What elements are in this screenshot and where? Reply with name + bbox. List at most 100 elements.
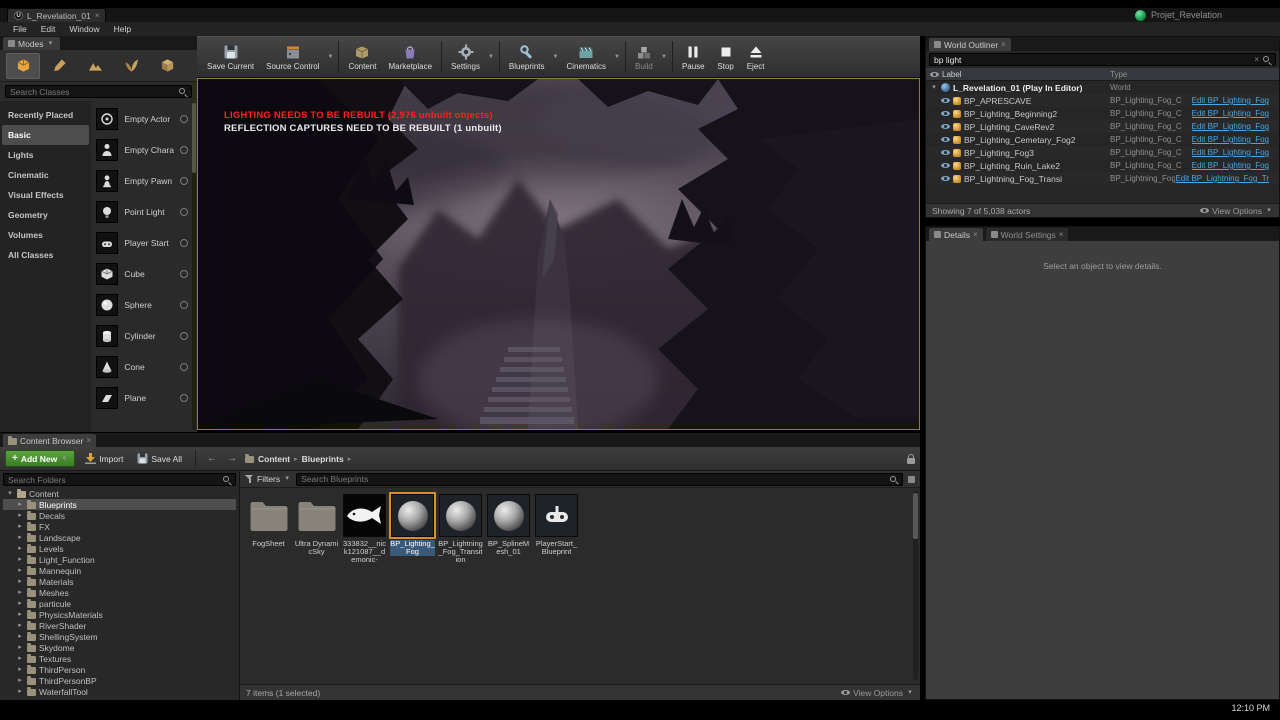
expand-caret-icon[interactable]: ▸ xyxy=(16,600,24,608)
marketplace-button[interactable]: Marketplace xyxy=(382,37,438,77)
drag-grip-icon[interactable] xyxy=(180,331,188,340)
expand-caret-icon[interactable]: ▸ xyxy=(16,578,24,586)
expand-caret-icon[interactable]: ▸ xyxy=(16,523,24,531)
outliner-row[interactable]: BP_Lighting_Cemetary_Fog2 BP_Lighting_Fo… xyxy=(926,133,1279,146)
cinematics-button[interactable]: Cinematics xyxy=(560,37,612,77)
outliner-root-row[interactable]: ▾ L_Revelation_01 (Play In Editor) World xyxy=(926,81,1279,94)
drag-grip-icon[interactable] xyxy=(180,176,188,185)
visibility-eye-icon[interactable] xyxy=(941,109,950,118)
add-new-button[interactable]: + Add New ▾ xyxy=(5,450,76,467)
category-basic[interactable]: Basic xyxy=(2,125,90,145)
foliage-mode-button[interactable] xyxy=(114,53,148,79)
tab-modes[interactable]: Modes ▾ xyxy=(3,37,60,50)
category-visual-effects[interactable]: Visual Effects xyxy=(2,185,89,205)
expand-caret-icon[interactable]: ▸ xyxy=(16,534,24,542)
expand-caret-icon[interactable]: ▸ xyxy=(16,512,24,520)
reflection-rebuild-warning[interactable]: REFLECTION CAPTURES NEED TO BE REBUILT (… xyxy=(224,122,502,135)
drag-grip-icon[interactable] xyxy=(180,145,188,154)
drag-grip-icon[interactable] xyxy=(180,362,188,371)
tree-item-mannequin[interactable]: ▸ Mannequin xyxy=(3,565,236,576)
placeable-cylinder[interactable]: Cylinder xyxy=(91,320,197,351)
outliner-row[interactable]: BP_Lightning_Fog_Transi BP_Lightning_Fog… xyxy=(926,172,1279,185)
edit-blueprint-link[interactable]: Edit BP_Lighting_Fog xyxy=(1192,122,1269,131)
expand-caret-icon[interactable]: ▸ xyxy=(16,666,24,674)
save-current-button[interactable]: Save Current xyxy=(201,37,260,77)
tree-item-light-function[interactable]: ▸ Light_Function xyxy=(3,554,236,565)
save-all-button[interactable]: Save All xyxy=(133,450,186,468)
expand-caret-icon[interactable]: ▸ xyxy=(16,633,24,641)
chevron-down-icon[interactable]: ▼ xyxy=(612,54,622,60)
build-button[interactable]: Build xyxy=(629,37,659,77)
tree-item-landscape[interactable]: ▸ Landscape xyxy=(3,532,236,543)
pause-button[interactable]: Pause xyxy=(676,37,711,77)
expand-caret-icon[interactable]: ▸ xyxy=(16,589,24,597)
visibility-eye-icon[interactable] xyxy=(941,96,950,105)
close-icon[interactable]: × xyxy=(973,230,978,239)
visibility-eye-icon[interactable] xyxy=(941,135,950,144)
placeable-plane[interactable]: Plane xyxy=(91,382,197,413)
placeable-cube[interactable]: Cube xyxy=(91,258,197,289)
placeable-player-start[interactable]: Player Start xyxy=(91,227,197,258)
tree-item-fx[interactable]: ▸ FX xyxy=(3,521,236,532)
placeable-empty-character[interactable]: Empty Chara xyxy=(91,134,197,165)
clear-search-icon[interactable]: × xyxy=(1254,55,1259,64)
filters-button[interactable]: Filters ▾ xyxy=(245,474,291,484)
expand-caret-icon[interactable]: ▸ xyxy=(16,622,24,630)
expand-caret-icon[interactable]: ▸ xyxy=(16,677,24,685)
tree-item-textures[interactable]: ▸ Textures xyxy=(3,653,236,664)
asset-bp-lighting-fog[interactable]: BP_Lighting_Fog xyxy=(389,492,436,556)
tree-item-physicsmaterials[interactable]: ▸ PhysicsMaterials xyxy=(3,609,236,620)
outliner-row[interactable]: BP_Lighting_Beginning2 BP_Lighting_Fog_C… xyxy=(926,107,1279,120)
outliner-row[interactable]: BP_Lighting_Ruin_Lake2 BP_Lighting_Fog_C… xyxy=(926,159,1279,172)
visibility-eye-icon[interactable] xyxy=(941,161,950,170)
tree-item-meshes[interactable]: ▸ Meshes xyxy=(3,587,236,598)
level-tab[interactable]: U L_Revelation_01 × xyxy=(7,8,107,22)
stop-button[interactable]: Stop xyxy=(711,37,741,77)
place-mode-button[interactable] xyxy=(6,52,40,79)
asset-scrollbar[interactable] xyxy=(913,491,918,680)
expand-caret-icon[interactable]: ▸ xyxy=(16,688,24,696)
category-cinematic[interactable]: Cinematic xyxy=(2,165,89,185)
tree-item-thirdpersonbp[interactable]: ▸ ThirdPersonBP xyxy=(3,675,236,686)
visibility-eye-icon[interactable] xyxy=(941,174,950,183)
cb-view-options-button[interactable]: View Options ▾ xyxy=(841,688,914,698)
expand-caret-icon[interactable]: ▸ xyxy=(16,611,24,619)
edit-blueprint-link[interactable]: Edit BP_Lighting_Fog xyxy=(1192,148,1269,157)
outliner-row[interactable]: BP_APRESCAVE BP_Lighting_Fog_C Edit BP_L… xyxy=(926,94,1279,107)
asset-folder-fogsheet[interactable]: FogSheet xyxy=(246,494,291,548)
tree-item-waterfalltool[interactable]: ▸ WaterfallTool xyxy=(3,686,236,697)
level-viewport[interactable]: LIGHTING NEEDS TO BE REBUILT (2,976 unbu… xyxy=(197,78,920,430)
tree-item-skydome[interactable]: ▸ Skydome xyxy=(3,642,236,653)
settings-button[interactable]: Settings xyxy=(445,37,486,77)
menu-window[interactable]: Window xyxy=(62,24,106,34)
content-button[interactable]: Content xyxy=(342,37,382,77)
placeable-empty-pawn[interactable]: Empty Pawn xyxy=(91,165,197,196)
placeable-cone[interactable]: Cone xyxy=(91,351,197,382)
search-folders-input[interactable] xyxy=(8,474,219,485)
tab-details[interactable]: Details × xyxy=(929,228,983,241)
visibility-eye-icon[interactable] xyxy=(941,122,950,131)
outliner-row[interactable]: BP_Lighting_CaveRev2 BP_Lighting_Fog_C E… xyxy=(926,120,1279,133)
asset-folder-ultradynamicsky[interactable]: Ultra DynamicSky xyxy=(294,494,339,556)
drag-grip-icon[interactable] xyxy=(180,114,188,123)
label-column-header[interactable]: Label xyxy=(942,70,962,79)
expand-caret-icon[interactable]: ▾ xyxy=(6,490,14,498)
drag-grip-icon[interactable] xyxy=(180,393,188,402)
tree-item-shellingsystem[interactable]: ▸ ShellingSystem xyxy=(3,631,236,642)
blueprints-button[interactable]: Blueprints xyxy=(503,37,551,77)
menu-file[interactable]: File xyxy=(6,24,34,34)
scrollbar-thumb[interactable] xyxy=(913,493,918,539)
expand-caret-icon[interactable]: ▸ xyxy=(16,501,24,509)
visibility-column-eye-icon[interactable] xyxy=(930,70,939,79)
tree-item-decals[interactable]: ▸ Decals xyxy=(3,510,236,521)
menu-help[interactable]: Help xyxy=(107,24,138,34)
asset-bp-splinemesh[interactable]: BP_SplineMesh_01 xyxy=(486,494,531,556)
category-geometry[interactable]: Geometry xyxy=(2,205,89,225)
drag-grip-icon[interactable] xyxy=(180,269,188,278)
save-search-icon[interactable] xyxy=(908,475,915,483)
close-icon[interactable]: × xyxy=(95,11,100,20)
asset-playerstart-blueprint[interactable]: PlayerStart_Blueprint xyxy=(534,494,579,556)
drag-grip-icon[interactable] xyxy=(180,238,188,247)
chevron-down-icon[interactable]: ▼ xyxy=(551,54,561,60)
expand-caret-icon[interactable]: ▸ xyxy=(16,644,24,652)
